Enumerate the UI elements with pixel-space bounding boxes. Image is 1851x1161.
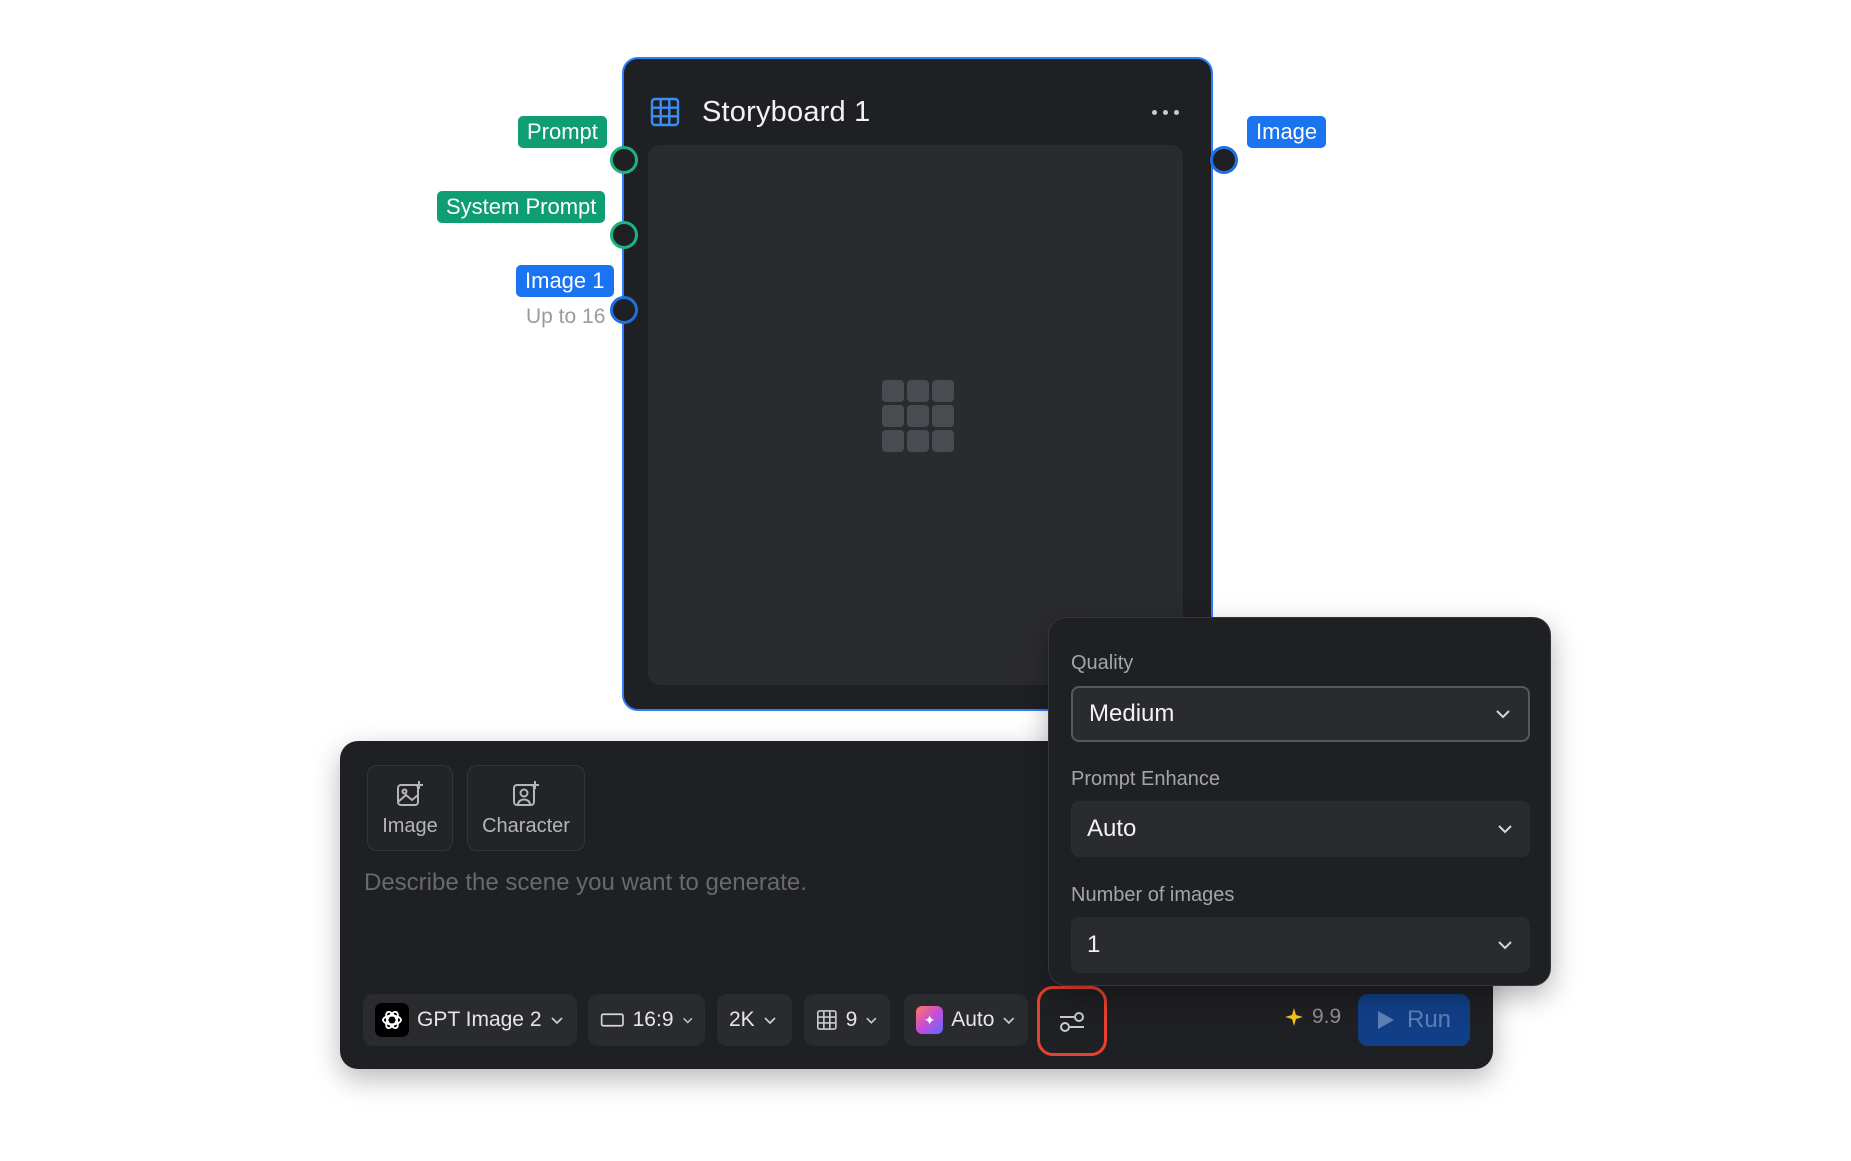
aspect-ratio-value: 16:9 bbox=[632, 1008, 674, 1031]
sparkle-style-icon: ✦ bbox=[916, 1006, 944, 1034]
chevron-down-icon bbox=[1498, 825, 1512, 834]
image-add-icon bbox=[397, 780, 423, 806]
aspect-ratio-icon bbox=[600, 1013, 624, 1027]
grid-icon bbox=[650, 97, 680, 127]
add-character-reference-button[interactable]: Character bbox=[467, 765, 585, 851]
add-image-reference-button[interactable]: Image bbox=[367, 765, 453, 851]
number-of-images-value: 1 bbox=[1087, 931, 1101, 958]
input-port-prompt[interactable] bbox=[610, 146, 638, 174]
quality-value: Medium bbox=[1089, 700, 1175, 727]
input-label-image-1: Image 1 bbox=[516, 265, 614, 297]
resolution-selector[interactable]: 2K bbox=[717, 994, 792, 1046]
more-options-button[interactable] bbox=[1145, 97, 1185, 127]
grid-count-value: 9 bbox=[845, 1008, 858, 1031]
star-icon bbox=[1285, 1008, 1303, 1026]
number-of-images-select[interactable]: 1 bbox=[1071, 917, 1530, 973]
run-button[interactable]: Run bbox=[1358, 994, 1470, 1046]
more-dot-icon bbox=[1151, 109, 1157, 115]
sliders-icon bbox=[1060, 1012, 1084, 1032]
input-sublabel-image: Up to 16 bbox=[526, 305, 606, 328]
node-preview-area bbox=[648, 145, 1183, 685]
chevron-down-icon bbox=[550, 1017, 563, 1025]
model-name: GPT Image 2 bbox=[417, 1008, 542, 1031]
grid-icon bbox=[816, 1010, 837, 1030]
storyboard-placeholder-icon bbox=[882, 380, 954, 452]
chevron-down-icon bbox=[1496, 710, 1510, 719]
storyboard-node[interactable]: Storyboard 1 bbox=[622, 57, 1213, 711]
chevron-down-icon bbox=[866, 1017, 877, 1024]
aspect-ratio-selector[interactable]: 16:9 bbox=[588, 994, 705, 1046]
openai-logo-icon bbox=[375, 1003, 409, 1037]
input-port-system-prompt[interactable] bbox=[610, 221, 638, 249]
style-value: Auto bbox=[951, 1008, 995, 1031]
credit-cost: 9.9 bbox=[1284, 1005, 1341, 1029]
model-selector[interactable]: GPT Image 2 bbox=[363, 994, 577, 1046]
number-of-images-label: Number of images bbox=[1071, 884, 1235, 906]
credit-value: 9.9 bbox=[1312, 1005, 1342, 1028]
quality-label: Quality bbox=[1071, 652, 1134, 674]
chevron-down-icon bbox=[682, 1017, 692, 1024]
grid-count-selector[interactable]: 9 bbox=[804, 994, 890, 1046]
chevron-down-icon bbox=[1498, 941, 1512, 950]
node-header: Storyboard 1 bbox=[650, 87, 1185, 137]
more-dot-icon bbox=[1162, 109, 1168, 115]
settings-popover: Quality Medium Prompt Enhance Auto Numbe… bbox=[1048, 617, 1551, 986]
prompt-enhance-select[interactable]: Auto bbox=[1071, 801, 1530, 857]
prompt-enhance-label: Prompt Enhance bbox=[1071, 768, 1220, 790]
more-dot-icon bbox=[1173, 109, 1179, 115]
run-label: Run bbox=[1406, 1006, 1452, 1033]
node-title: Storyboard 1 bbox=[702, 95, 871, 128]
prompt-input[interactable] bbox=[364, 869, 1024, 969]
chevron-down-icon bbox=[764, 1017, 776, 1025]
prompt-enhance-value: Auto bbox=[1087, 815, 1137, 842]
style-selector[interactable]: ✦ Auto bbox=[904, 994, 1028, 1046]
input-label-prompt: Prompt bbox=[518, 116, 607, 148]
output-port-image[interactable] bbox=[1210, 146, 1238, 174]
quality-select[interactable]: Medium bbox=[1071, 686, 1530, 742]
output-label-image: Image bbox=[1247, 116, 1327, 148]
image-reference-label: Image bbox=[382, 814, 438, 837]
character-add-icon bbox=[513, 780, 539, 806]
chevron-down-icon bbox=[1003, 1017, 1015, 1025]
character-reference-label: Character bbox=[482, 814, 570, 837]
settings-button[interactable] bbox=[1045, 995, 1099, 1049]
resolution-value: 2K bbox=[729, 1008, 755, 1031]
input-port-image-1[interactable] bbox=[610, 296, 638, 324]
input-label-system-prompt: System Prompt bbox=[437, 191, 606, 223]
play-icon bbox=[1377, 1011, 1394, 1029]
